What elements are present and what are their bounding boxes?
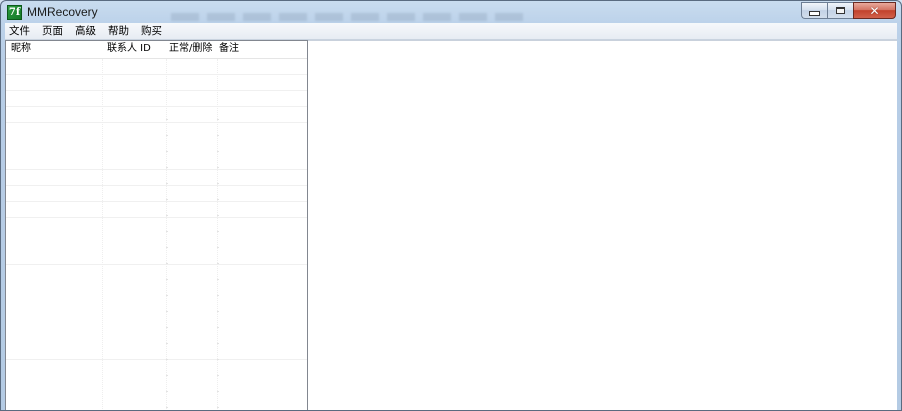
column-header-nickname[interactable]: 昵称 [6,41,102,58]
list-grid-line [6,122,307,123]
list-grid-tick [166,247,168,248]
list-grid-tick [217,183,219,184]
detail-pane[interactable] [308,40,897,410]
maximize-button[interactable] [827,2,853,19]
list-grid-tick [217,359,219,360]
list-grid-line [6,106,307,107]
title-bar-background [171,13,531,21]
list-grid-tick [217,247,219,248]
minimize-button[interactable] [801,2,827,19]
list-grid-tick [166,391,168,392]
app-icon: 7f [7,5,22,20]
close-button[interactable]: ✕ [853,2,896,19]
list-grid-line [6,185,307,186]
list-grid-line [6,264,307,265]
column-header-remark[interactable]: 备注 [217,41,305,58]
column-header-status[interactable]: 正常/删除 [166,41,217,58]
list-grid-tick [217,391,219,392]
list-grid-tick [217,231,219,232]
contacts-list-view[interactable]: 昵称 联系人 ID 正常/删除 备注 [5,40,308,410]
list-grid-tick [166,263,168,264]
list-header: 昵称 联系人 ID 正常/删除 备注 [6,41,307,59]
list-grid-tick [217,407,219,408]
window-controls: ✕ [801,2,896,19]
menu-buy[interactable]: 购买 [136,23,167,39]
list-grid-tick [166,167,168,168]
list-grid-line [6,217,307,218]
client-area: 昵称 联系人 ID 正常/删除 备注 [5,40,897,410]
column-header-contact-id[interactable]: 联系人 ID [102,41,166,58]
list-grid-line [6,74,307,75]
app-window: 7f MMRecovery ✕ 文件 页面 高级 帮助 购买 昵称 联系人 ID… [0,0,902,411]
list-grid-tick [217,135,219,136]
list-grid-tick [217,151,219,152]
list-grid-tick [166,151,168,152]
list-grid-line [6,359,307,360]
list-grid-tick [166,375,168,376]
list-grid-tick [217,215,219,216]
list-grid-tick [217,311,219,312]
menu-page[interactable]: 页面 [37,23,68,39]
list-grid-tick [217,167,219,168]
maximize-icon [836,7,845,14]
window-title: MMRecovery [27,5,98,19]
list-grid-line [6,201,307,202]
list-grid-tick [166,135,168,136]
menu-file[interactable]: 文件 [5,23,35,39]
list-grid-tick [166,199,168,200]
list-body[interactable] [6,59,307,410]
list-grid-tick [217,279,219,280]
menu-advanced[interactable]: 高级 [70,23,101,39]
list-grid-tick [166,215,168,216]
list-grid-tick [217,327,219,328]
list-grid-tick [217,199,219,200]
list-grid-tick [217,343,219,344]
list-grid-tick [166,279,168,280]
list-grid-tick [166,343,168,344]
minimize-icon [809,11,820,16]
list-grid-tick [217,263,219,264]
list-grid-tick [166,183,168,184]
list-grid-tick [166,327,168,328]
list-grid-tick [166,295,168,296]
list-grid-tick [166,407,168,408]
list-grid-tick [217,119,219,120]
list-grid-line [6,169,307,170]
menu-bar: 文件 页面 高级 帮助 购买 [5,23,897,40]
list-grid-tick [166,359,168,360]
menu-help[interactable]: 帮助 [103,23,134,39]
list-grid-tick [217,295,219,296]
list-grid-tick [166,311,168,312]
title-bar[interactable]: 7f MMRecovery ✕ [1,1,901,23]
list-grid-tick [217,375,219,376]
list-grid-tick [166,119,168,120]
list-grid-line [6,90,307,91]
list-grid-tick [166,231,168,232]
close-icon: ✕ [869,3,880,18]
list-column-divider [102,59,103,410]
